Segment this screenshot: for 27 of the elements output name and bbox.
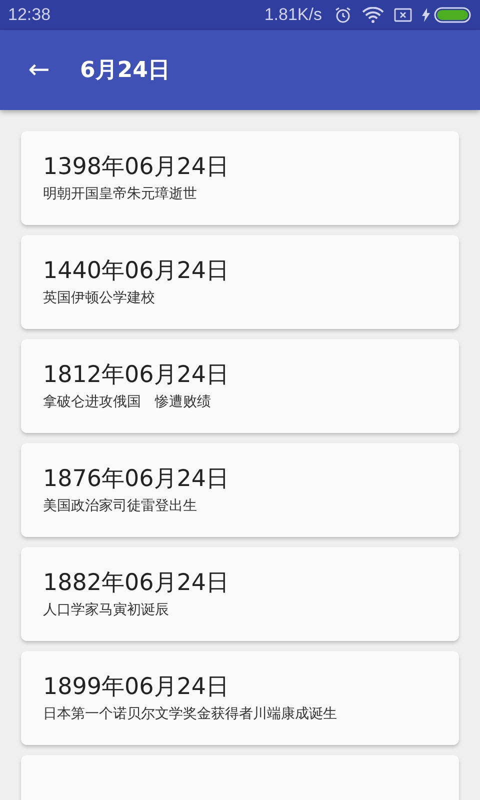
event-description: 人口学家马寅初诞辰 — [43, 601, 169, 620]
alarm-clock-icon — [334, 6, 352, 24]
event-card[interactable]: 1876年06月24日 美国政治家司徒雷登出生 — [21, 443, 459, 537]
page-title: 6月24日 — [80, 57, 170, 85]
event-description: 日本第一个诺贝尔文学奖金获得者川端康成诞生 — [43, 705, 337, 724]
back-button[interactable]: ← — [24, 52, 54, 88]
event-date: 1812年06月24日 — [43, 361, 230, 390]
no-sim-icon — [394, 8, 412, 22]
event-card[interactable]: 1398年06月24日 明朝开国皇帝朱元璋逝世 — [21, 131, 459, 225]
event-description: 拿破仑进攻俄国 惨遭败绩 — [43, 393, 211, 412]
event-card[interactable]: 1812年06月24日 拿破仑进攻俄国 惨遭败绩 — [21, 339, 459, 433]
event-date: 1882年06月24日 — [43, 569, 230, 598]
charging-icon — [422, 8, 430, 22]
event-description: 明朝开国皇帝朱元璋逝世 — [43, 185, 197, 204]
event-description: 美国政治家司徒雷登出生 — [43, 497, 197, 516]
event-description: 英国伊顿公学建校 — [43, 289, 155, 308]
event-date: 1899年06月24日 — [43, 673, 230, 702]
event-card[interactable]: 1440年06月24日 英国伊顿公学建校 — [21, 235, 459, 329]
event-date: 1876年06月24日 — [43, 465, 230, 494]
event-date: 1440年06月24日 — [43, 257, 230, 286]
network-speed: 1.81K/s — [264, 5, 322, 25]
event-date: 1398年06月24日 — [43, 153, 230, 182]
event-card[interactable]: 1899年06月24日 日本第一个诺贝尔文学奖金获得者川端康成诞生 — [21, 651, 459, 745]
wifi-icon — [362, 7, 384, 23]
battery-icon — [434, 7, 472, 23]
status-time: 12:38 — [8, 5, 51, 25]
event-card[interactable]: 1882年06月24日 人口学家马寅初诞辰 — [21, 547, 459, 641]
